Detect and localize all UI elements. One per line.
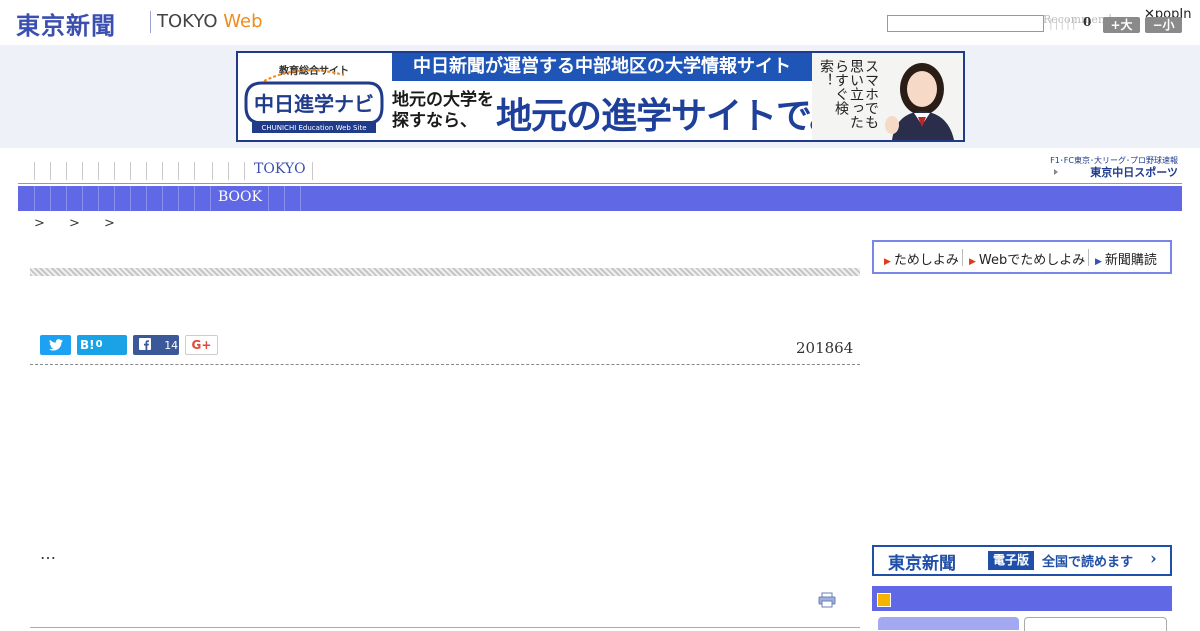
logo-divider (150, 11, 151, 33)
article-title-rule (30, 268, 860, 276)
category-nav-item[interactable] (284, 186, 285, 211)
category-nav-item[interactable] (98, 186, 99, 211)
ad-banner[interactable]: 教育総合サイト 中日進学ナビ CHUNICHI Education Web Si… (236, 51, 965, 142)
nav-item[interactable] (228, 162, 229, 180)
category-nav-item[interactable] (50, 186, 51, 211)
share-gplus-button[interactable]: G+ (185, 335, 218, 355)
ad-logo-main: 中日進学ナビ (254, 92, 374, 116)
ad-left-copy: 地元の大学を 探すなら、 (392, 90, 494, 132)
category-nav-item[interactable] (34, 186, 35, 211)
triangle-icon: ▶ (1095, 257, 1102, 267)
nav-item[interactable] (98, 162, 99, 180)
sidebar-section-header (872, 586, 1172, 611)
nav-item-tokyo[interactable]: TOKYO (254, 161, 306, 177)
category-nav-item[interactable] (300, 186, 301, 211)
nav-item[interactable] (66, 162, 67, 180)
category-nav-item[interactable] (82, 186, 83, 211)
chunichi-sports-link[interactable]: F1･FC東京･大リーグ･プロ野球速報 東京中日スポーツ (1000, 152, 1180, 182)
article-date: 201864 (796, 339, 854, 357)
share-facebook-button[interactable]: 14 (133, 335, 179, 355)
nav-item[interactable] (212, 162, 213, 180)
logo-en-web: Web (223, 11, 263, 32)
chevron-right-icon: › (1150, 549, 1157, 569)
share-hatena-button[interactable]: B!0 (77, 335, 127, 355)
nav-item[interactable] (178, 162, 179, 180)
chunichi-navi-logo-icon: 教育総合サイト 中日進学ナビ CHUNICHI Education Web Si… (244, 64, 384, 133)
recommend-count: 0 (1083, 15, 1092, 29)
ad-vertical-copy: スマホでも思い立ったらすぐ検索！ (818, 59, 879, 129)
twitter-icon (48, 339, 63, 351)
ad-big-copy: 地元の進学サイトで。 (496, 96, 846, 137)
nav-item[interactable] (82, 162, 83, 180)
category-nav-item-book[interactable]: BOOK (218, 189, 262, 205)
category-nav-item[interactable] (66, 186, 67, 211)
sub-link-trial-label: ためしよみ (893, 253, 959, 268)
sub-divider (1088, 249, 1089, 266)
sidebar-tab-1[interactable] (878, 617, 1019, 630)
logo-en-main: TOKYO (157, 11, 218, 32)
category-nav-item[interactable] (178, 186, 179, 211)
sports-line1: F1･FC東京･大リーグ･プロ野球速報 (1050, 155, 1178, 165)
sub-divider (962, 249, 963, 266)
nav-item[interactable] (130, 162, 131, 180)
nav-item[interactable] (34, 162, 35, 180)
nav-item[interactable] (244, 162, 245, 180)
ad-left-copy-line2: 探すなら、 (392, 111, 477, 131)
font-size-small-button[interactable]: −小 (1145, 17, 1182, 33)
nav-item[interactable] (146, 162, 147, 180)
category-nav-item[interactable] (194, 186, 195, 211)
facebook-count: 14 (164, 339, 179, 352)
recommend-ticks: ||||| (1049, 17, 1078, 30)
nav-divider (312, 162, 313, 180)
site-header: 東京新聞 TOKYO Web Recommend ||||| 0 ✕popIn … (0, 0, 1200, 45)
category-nav-bar (18, 186, 1182, 211)
sub-link-subscribe[interactable]: ▶ 新聞購読 (1095, 249, 1157, 268)
article-body-ellipsis: … (40, 544, 56, 563)
sports-line2: 東京中日スポーツ (1090, 165, 1178, 179)
hatena-icon: B! (80, 338, 95, 352)
sub-link-web-trial-label: Webでためしよみ (978, 253, 1086, 268)
category-nav-item[interactable] (268, 186, 269, 211)
triangle-icon: ▶ (884, 257, 891, 267)
digital-badge: 電子版 (988, 551, 1034, 570)
hatena-count: 0 (95, 339, 103, 350)
site-logo-jp[interactable]: 東京新聞 (16, 6, 116, 41)
nav-item[interactable] (50, 162, 51, 180)
share-twitter-button[interactable] (40, 335, 71, 355)
article-bottom-rule (30, 627, 860, 628)
site-logo-en[interactable]: TOKYO Web (157, 11, 263, 32)
category-nav-item[interactable] (114, 186, 115, 211)
section-marker-icon (877, 593, 891, 607)
facebook-icon (139, 338, 151, 350)
search-input[interactable] (887, 15, 1044, 32)
nav-item[interactable] (114, 162, 115, 180)
print-icon[interactable] (818, 592, 836, 608)
sidebar-tab-2[interactable] (1024, 617, 1167, 631)
category-nav-item[interactable] (210, 186, 211, 211)
digital-text: 全国で読めます (1042, 555, 1134, 570)
breadcrumb[interactable]: > > > (34, 216, 115, 231)
category-nav-item[interactable] (162, 186, 163, 211)
ad-headline: 中日新聞が運営する中部地区の大学情報サイト (392, 53, 812, 81)
ad-left-copy-line1: 地元の大学を (392, 90, 494, 110)
nav-divider-line (18, 183, 1182, 184)
digital-logo: 東京新聞 (888, 554, 956, 574)
category-nav-item[interactable] (130, 186, 131, 211)
font-size-large-button[interactable]: +大 (1103, 17, 1140, 33)
triangle-icon: ▶ (969, 257, 976, 267)
nav-item[interactable] (162, 162, 163, 180)
sub-link-web-trial[interactable]: ▶ Webでためしよみ (969, 249, 1085, 268)
nav-item[interactable] (194, 162, 195, 180)
date-divider (30, 364, 860, 365)
ad-logo-sub: CHUNICHI Education Web Site (261, 124, 366, 132)
sub-link-subscribe-label: 新聞購読 (1104, 253, 1157, 268)
sub-link-trial[interactable]: ▶ ためしよみ (884, 249, 959, 268)
category-nav-item[interactable] (146, 186, 147, 211)
digital-edition-banner[interactable]: 東京新聞 電子版 全国で読めます › (872, 545, 1172, 576)
